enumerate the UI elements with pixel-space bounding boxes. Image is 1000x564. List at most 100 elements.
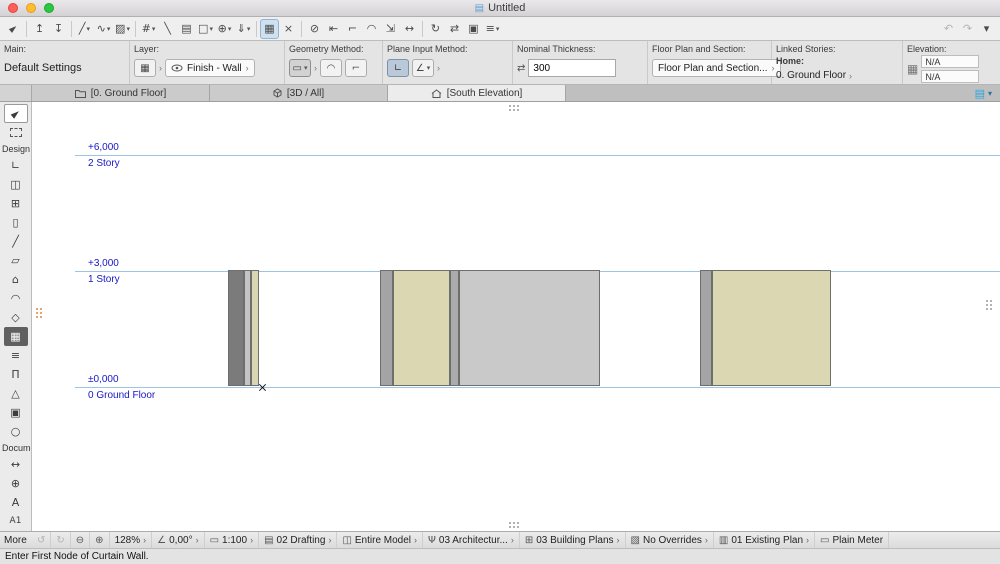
gravity-button[interactable]: ⇓▾ xyxy=(234,19,253,39)
graphic-override-control[interactable]: ▧No Overrides› xyxy=(626,532,714,548)
fill-tool-button[interactable]: ▨▾ xyxy=(113,19,132,39)
marquee-mode-button[interactable]: ▦ xyxy=(260,19,279,39)
zoom-level-control[interactable]: 128%› xyxy=(110,532,153,548)
explode-button[interactable]: × xyxy=(279,19,298,39)
toolbox-more-button[interactable]: More xyxy=(0,535,32,546)
intersect-button[interactable]: ⌐ xyxy=(343,19,362,39)
level-dimension-tool-button[interactable]: ⊕ xyxy=(4,474,28,493)
beam-tool-button[interactable]: ╱ xyxy=(4,232,28,251)
align-button[interactable]: ≡▾ xyxy=(483,19,502,39)
window-tool-button[interactable]: ⊞ xyxy=(4,194,28,213)
stretch-button[interactable]: ↔ xyxy=(400,19,419,39)
default-settings-button[interactable]: Default Settings xyxy=(4,62,82,74)
geometry-curved-button[interactable]: ◠ xyxy=(320,59,342,77)
tab-south-elevation[interactable]: [South Elevation] xyxy=(388,85,566,101)
anchor-point-button[interactable]: ⊕▾ xyxy=(215,19,234,39)
rotate-button[interactable]: ↻ xyxy=(426,19,445,39)
drawing-scale-control[interactable]: ▭1:100› xyxy=(205,532,259,548)
palette-handle-right[interactable] xyxy=(986,300,988,302)
marquee-tool-button[interactable] xyxy=(4,123,28,142)
arrow-tool-button[interactable]: ► xyxy=(4,104,28,123)
geometry-straight-button[interactable]: ▭ ▾ xyxy=(289,59,311,77)
layer-combination-control[interactable]: Ψ03 Architectur...› xyxy=(423,532,520,548)
story-level-line[interactable] xyxy=(75,155,1000,156)
inject-parameters-button[interactable]: ↧ xyxy=(49,19,68,39)
quick-options-icon[interactable]: ▤ xyxy=(975,87,985,100)
shell-tool-button[interactable]: ◠ xyxy=(4,289,28,308)
renovation-filter-control[interactable]: ▥01 Existing Plan› xyxy=(714,532,815,548)
pick-up-parameters-button[interactable]: ↥ xyxy=(30,19,49,39)
palette-handle-bottom[interactable] xyxy=(509,522,511,524)
wall-segment[interactable] xyxy=(700,270,712,386)
wall-segment[interactable] xyxy=(459,270,600,386)
tab-3d-all[interactable]: [3D / All] xyxy=(210,85,388,101)
resize-button[interactable]: ⇲ xyxy=(381,19,400,39)
railing-tool-button[interactable]: Π xyxy=(4,365,28,384)
view-forward-control[interactable]: ↻ xyxy=(51,532,70,548)
wall-segment[interactable] xyxy=(251,270,259,386)
roof-tool-button[interactable]: ⌂ xyxy=(4,270,28,289)
wall-segment[interactable] xyxy=(393,270,450,386)
wall-segment[interactable] xyxy=(450,270,459,386)
toolbar-options-button[interactable]: ▾ xyxy=(977,19,996,39)
adjust-button[interactable]: ⇤ xyxy=(324,19,343,39)
morph-tool-button[interactable]: ◇ xyxy=(4,308,28,327)
line-tool-button[interactable]: ╱▾ xyxy=(75,19,94,39)
multiply-button[interactable]: ▣ xyxy=(464,19,483,39)
palette-handle-top[interactable] xyxy=(509,105,511,107)
layer-settings-button[interactable]: ▦ xyxy=(134,59,156,77)
elevation-top-field[interactable]: N/A xyxy=(921,55,979,68)
text-tool-button[interactable]: A xyxy=(4,493,28,512)
split-button[interactable]: ⊘ xyxy=(305,19,324,39)
plane-vertical-button[interactable]: ∟ xyxy=(387,59,409,77)
wall-segment[interactable] xyxy=(712,270,831,386)
guide-lines-button[interactable]: ╲ xyxy=(158,19,177,39)
spline-tool-button[interactable]: ∿▾ xyxy=(94,19,113,39)
pen-set-control[interactable]: ▤02 Drafting› xyxy=(259,532,337,548)
zoom-window-button[interactable] xyxy=(44,3,54,13)
close-window-button[interactable] xyxy=(8,3,18,13)
wall-tool-button[interactable]: ∟ xyxy=(4,156,28,175)
zoom-out-control[interactable]: ⊖ xyxy=(71,532,90,548)
curtain-wall-tool-button[interactable]: ▦ xyxy=(4,327,28,346)
select-tool-button[interactable]: ► xyxy=(4,19,23,39)
undo-button[interactable]: ↶ xyxy=(939,19,958,39)
label-tool-button[interactable]: A1 xyxy=(4,512,28,531)
mirror-button[interactable]: ⇄ xyxy=(445,19,464,39)
view-back-control[interactable]: ↺ xyxy=(32,532,51,548)
fillet-button[interactable]: ◠ xyxy=(362,19,381,39)
dimension-unit-control[interactable]: ▭Plain Meter xyxy=(815,532,889,548)
column-tool-button[interactable]: ▯ xyxy=(4,213,28,232)
tab-ground-floor[interactable]: [0. Ground Floor] xyxy=(32,85,210,101)
quick-options-caret-icon[interactable]: ▾ xyxy=(988,89,992,98)
story-level-line[interactable] xyxy=(75,387,1000,388)
dimension-tool-button[interactable]: ↔ xyxy=(4,455,28,474)
zone-tool-button[interactable]: ▣ xyxy=(4,403,28,422)
nominal-thickness-input[interactable] xyxy=(528,59,616,77)
trace-reference-button[interactable]: ▤ xyxy=(177,19,196,39)
stair-tool-button[interactable]: ≡ xyxy=(4,346,28,365)
floorplan-display-select[interactable]: Floor Plan and Section... › xyxy=(652,59,781,77)
mesh-tool-button[interactable]: △ xyxy=(4,384,28,403)
wall-segment[interactable] xyxy=(244,270,251,386)
wall-segment[interactable] xyxy=(380,270,393,386)
dimension-standard-control[interactable]: ⊞03 Building Plans› xyxy=(520,532,626,548)
layer-select[interactable]: Finish - Wall › xyxy=(165,59,255,77)
wall-segment[interactable] xyxy=(228,270,244,386)
slab-tool-button[interactable]: ▱ xyxy=(4,251,28,270)
zoom-in-control[interactable]: ⊕ xyxy=(90,532,109,548)
grid-snap-button[interactable]: #▾ xyxy=(139,19,158,39)
drawing-canvas[interactable]: +6,0002 Story+3,0001 Story±0,0000 Ground… xyxy=(32,102,1000,531)
elevation-bottom-field[interactable]: N/A xyxy=(921,70,979,83)
object-tool-button[interactable]: ○ xyxy=(4,422,28,441)
element-filter-button[interactable]: □▾ xyxy=(196,19,215,39)
minimize-window-button[interactable] xyxy=(26,3,36,13)
rotation-angle-control[interactable]: ∠0,00°› xyxy=(152,532,204,548)
palette-handle-left[interactable] xyxy=(36,308,38,310)
plane-slanted-button[interactable]: ∠ ▾ xyxy=(412,59,434,77)
home-story-select[interactable]: 0. Ground Floor › xyxy=(776,70,898,81)
redo-button[interactable]: ↷ xyxy=(958,19,977,39)
door-tool-button[interactable]: ◫ xyxy=(4,175,28,194)
structure-display-control[interactable]: ◫Entire Model› xyxy=(337,532,423,548)
geometry-polyline-button[interactable]: ⌐ xyxy=(345,59,367,77)
